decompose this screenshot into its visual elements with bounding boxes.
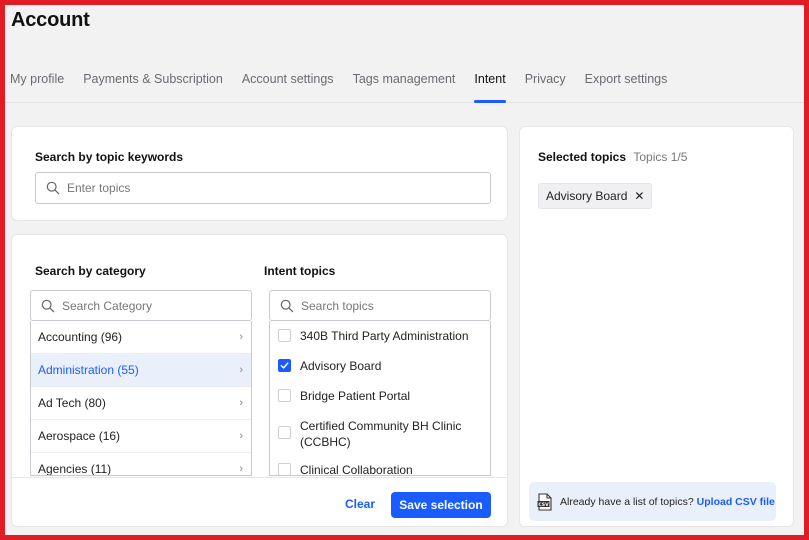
tab-export-settings[interactable]: Export settings	[585, 65, 668, 103]
selected-topics-header: Selected topics Topics 1/5	[538, 150, 687, 164]
category-topics-card: Search by category Intent topics Account…	[11, 234, 508, 527]
category-search-input[interactable]	[62, 298, 251, 313]
csv-upload-box: CSV Already have a list of topics? Uploa…	[529, 482, 776, 521]
category-item-label: Aerospace (16)	[38, 429, 121, 443]
account-tabs: My profile Payments & Subscription Accou…	[5, 65, 804, 103]
category-item-accounting[interactable]: Accounting (96) ›	[31, 321, 251, 354]
checkbox[interactable]	[278, 463, 291, 475]
category-item-ad-tech[interactable]: Ad Tech (80) ›	[31, 387, 251, 420]
keyword-search-card: Search by topic keywords	[11, 126, 508, 221]
tab-tags-management[interactable]: Tags management	[353, 65, 456, 103]
topic-item-clinical-collaboration[interactable]: Clinical Collaboration	[270, 455, 490, 476]
category-item-label: Accounting (96)	[38, 330, 123, 344]
chevron-right-icon: ›	[239, 364, 243, 376]
category-search[interactable]	[30, 290, 252, 321]
topic-item-label: Bridge Patient Portal	[300, 389, 411, 403]
category-item-label: Ad Tech (80)	[38, 396, 106, 410]
selected-topics-card: Selected topics Topics 1/5 Advisory Boar…	[519, 126, 794, 527]
topic-item-advisory-board[interactable]: Advisory Board	[270, 351, 490, 381]
checkbox[interactable]	[278, 329, 291, 342]
chip-label: Advisory Board	[546, 189, 628, 203]
keyword-search-label: Search by topic keywords	[35, 150, 184, 164]
svg-text:CSV: CSV	[538, 501, 549, 507]
topic-keyword-search[interactable]	[35, 172, 491, 204]
csv-prompt: Already have a list of topics?	[560, 495, 694, 508]
category-item-agencies[interactable]: Agencies (11) ›	[31, 453, 251, 476]
chevron-right-icon: ›	[239, 430, 243, 442]
topic-keyword-input[interactable]	[67, 181, 490, 195]
category-item-label: Agencies (11)	[38, 462, 112, 476]
checkbox-checked[interactable]	[278, 359, 291, 372]
category-list: Accounting (96) › Administration (55) › …	[30, 321, 252, 476]
category-item-aerospace[interactable]: Aerospace (16) ›	[31, 420, 251, 453]
topics-search[interactable]	[269, 290, 491, 321]
topics-search-input[interactable]	[301, 298, 490, 313]
check-icon	[280, 362, 289, 369]
clear-button[interactable]: Clear	[345, 497, 375, 511]
tab-privacy[interactable]: Privacy	[525, 65, 566, 103]
tab-account-settings[interactable]: Account settings	[242, 65, 334, 103]
selected-topic-chip: Advisory Board ✕	[538, 183, 653, 209]
csv-file-icon: CSV	[537, 492, 552, 511]
category-item-label: Administration (55)	[38, 363, 139, 377]
category-label: Search by category	[35, 264, 146, 278]
footer-divider	[12, 477, 507, 478]
save-selection-button[interactable]: Save selection	[391, 492, 491, 518]
topic-item-bridge-patient-portal[interactable]: Bridge Patient Portal	[270, 381, 490, 411]
checkbox[interactable]	[278, 426, 291, 439]
topic-item-ccbhc[interactable]: Certified Community BH Clinic (CCBHC)	[270, 411, 490, 455]
topic-item-340b[interactable]: 340B Third Party Administration	[270, 321, 490, 351]
chevron-right-icon: ›	[239, 397, 243, 409]
upload-csv-link[interactable]: Upload CSV file	[697, 496, 775, 508]
page-title: Account	[11, 9, 90, 31]
topics-count: Topics 1/5	[633, 150, 688, 164]
topics-list: 340B Third Party Administration Advisory…	[269, 321, 491, 476]
checkbox[interactable]	[278, 389, 291, 402]
category-item-administration[interactable]: Administration (55) ›	[31, 354, 251, 387]
search-icon	[46, 181, 60, 195]
chevron-right-icon: ›	[239, 463, 243, 475]
topic-item-label: Clinical Collaboration	[300, 463, 413, 476]
topic-item-label: Advisory Board	[300, 359, 382, 373]
tab-my-profile[interactable]: My profile	[10, 65, 64, 103]
topic-item-label: Certified Community BH Clinic (CCBHC)	[300, 419, 462, 449]
search-icon	[41, 299, 55, 312]
close-icon[interactable]: ✕	[634, 189, 644, 203]
selected-topics-title: Selected topics	[538, 150, 627, 164]
tab-payments-subscription[interactable]: Payments & Subscription	[83, 65, 223, 103]
intent-topics-label: Intent topics	[264, 264, 336, 278]
topic-item-label: 340B Third Party Administration	[300, 329, 469, 343]
search-icon	[280, 299, 294, 312]
tab-intent[interactable]: Intent	[474, 65, 506, 103]
chevron-right-icon: ›	[239, 331, 243, 343]
screenshot-frame: Account My profile Payments & Subscripti…	[0, 0, 809, 540]
